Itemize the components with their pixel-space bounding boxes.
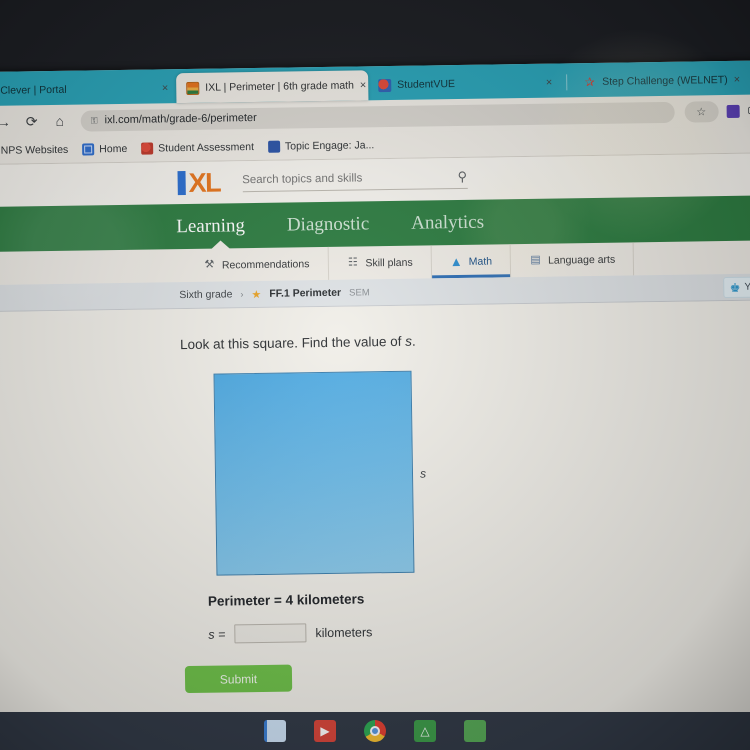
studentvue-favicon-icon xyxy=(378,78,392,92)
recommendations-icon: ⚒ xyxy=(204,258,215,271)
bookmark-student-assessment[interactable]: Student Assessment xyxy=(141,141,254,155)
bookmark-home[interactable]: Home xyxy=(82,143,127,156)
square-figure: s xyxy=(181,370,426,576)
ixl-logo[interactable]: XL xyxy=(177,167,221,199)
chrome-icon[interactable] xyxy=(364,720,386,742)
question-area: Look at this square. Find the value of s… xyxy=(0,300,750,750)
browser-tab-clever[interactable]: Clever | Portal × xyxy=(0,73,176,106)
tab-title: Clever | Portal xyxy=(0,83,67,97)
search-icon[interactable]: ⚲ xyxy=(457,169,467,185)
nav-item-learning[interactable]: Learning xyxy=(176,215,245,238)
bookmark-label: Home xyxy=(99,142,128,156)
nav-item-diagnostic[interactable]: Diagnostic xyxy=(287,213,370,236)
laptop-screen: Clever | Portal × IXL | Perimeter | 6th … xyxy=(0,60,750,750)
toolbar-right-actions: ☆ ⬡ xyxy=(684,100,750,123)
ixl-page: XL ⚲ Learning Diagnostic Analytics ⚒ Rec… xyxy=(0,153,750,750)
tab-label: Language arts xyxy=(547,253,616,267)
answer-input[interactable] xyxy=(234,623,307,644)
answer-row: s = kilometers xyxy=(208,616,750,644)
tab-label: Recommendations xyxy=(221,257,310,272)
square-shape xyxy=(213,370,415,576)
bookmark-label: Student Assessment xyxy=(158,141,255,155)
language-arts-icon: ▤ xyxy=(530,253,541,266)
bookmark-label: NNPS Websites xyxy=(0,143,69,157)
google-drive-icon[interactable]: △ xyxy=(414,720,436,742)
forward-icon[interactable]: → xyxy=(0,113,13,131)
question-prompt-text: Look at this square. Find the value of xyxy=(179,333,406,353)
trophy-pill[interactable]: ♚ You xyxy=(723,276,750,299)
skill-plans-icon: ☷ xyxy=(347,256,358,269)
perimeter-statement: Perimeter = 4 kilometers xyxy=(207,591,365,609)
desktop-taskbar: ▶ △ xyxy=(0,712,750,750)
lock-icon: ⚿ xyxy=(90,114,98,125)
browser-tab-ixl[interactable]: IXL | Perimeter | 6th grade math × xyxy=(176,70,369,104)
submit-button[interactable]: Submit xyxy=(184,664,293,694)
address-bar[interactable]: ⚿ ixl.com/math/grade-6/perimeter xyxy=(80,101,675,132)
browser-tab-step-challenge[interactable]: ✰ Step Challenge (WELNET) × xyxy=(573,65,748,98)
close-icon[interactable]: × xyxy=(162,82,169,94)
breadcrumb-badge: SEM xyxy=(349,286,370,299)
tab-skill-plans[interactable]: ☷ Skill plans xyxy=(328,245,432,280)
ixl-logo-bar xyxy=(177,171,186,196)
trophy-label: You xyxy=(744,281,750,293)
grid-icon xyxy=(82,143,95,156)
bookmark-nnps-websites[interactable]: NNPS Websites xyxy=(0,144,68,157)
browser-tab-studentvue[interactable]: StudentVUE × xyxy=(368,67,560,100)
search-input[interactable] xyxy=(242,171,423,187)
ixl-logo-text: XL xyxy=(188,167,221,199)
step-challenge-favicon-icon: ✰ xyxy=(584,74,595,89)
search-container[interactable]: ⚲ xyxy=(242,168,468,193)
youtube-icon[interactable]: ▶ xyxy=(314,720,336,742)
extension-puzzle-icon[interactable] xyxy=(726,104,740,118)
answer-variable-label: s = xyxy=(208,627,226,642)
nav-item-analytics[interactable]: Analytics xyxy=(411,211,484,234)
answer-unit-label: kilometers xyxy=(315,624,373,640)
tab-math[interactable]: ▲ Math xyxy=(431,244,512,279)
breadcrumb-grade[interactable]: Sixth grade xyxy=(179,288,232,301)
bookmark-star-icon[interactable]: ☆ xyxy=(684,100,719,123)
red-circle-icon xyxy=(141,142,154,155)
bookmark-label: Topic Engage: Ja... xyxy=(284,139,375,153)
close-icon[interactable]: × xyxy=(360,79,367,91)
close-icon[interactable]: × xyxy=(734,74,741,86)
side-length-label: s xyxy=(419,466,427,481)
trophy-icon: ♚ xyxy=(729,280,741,295)
close-icon[interactable]: × xyxy=(546,77,553,89)
google-classroom-icon[interactable] xyxy=(464,720,486,742)
blue-square-icon xyxy=(267,140,281,153)
tab-title: StudentVUE xyxy=(397,78,456,91)
tab-divider xyxy=(566,74,568,91)
star-icon[interactable]: ★ xyxy=(251,287,261,300)
chevron-right-icon: › xyxy=(240,289,244,300)
bookmark-topic-engage[interactable]: Topic Engage: Ja... xyxy=(267,139,375,153)
question-prompt-period: . xyxy=(411,333,416,349)
tab-label: Skill plans xyxy=(365,256,413,269)
tab-label: Math xyxy=(468,255,493,268)
photo-of-screen: Clever | Portal × IXL | Perimeter | 6th … xyxy=(0,0,750,750)
home-icon[interactable]: ⌂ xyxy=(51,112,69,130)
question-prompt: Look at this square. Find the value of s… xyxy=(180,328,750,352)
breadcrumb-skill: FF.1 Perimeter xyxy=(269,286,342,300)
tab-recommendations[interactable]: ⚒ Recommendations xyxy=(184,246,329,283)
ixl-favicon-icon xyxy=(186,81,200,95)
tab-title: IXL | Perimeter | 6th grade math xyxy=(205,79,354,94)
google-docs-icon[interactable] xyxy=(264,720,286,742)
tab-title: Step Challenge (WELNET) xyxy=(602,73,728,88)
tab-language-arts[interactable]: ▤ Language arts xyxy=(510,242,635,278)
address-bar-url: ixl.com/math/grade-6/perimeter xyxy=(104,111,257,127)
reload-icon[interactable]: ⟳ xyxy=(23,112,41,130)
math-icon: ▲ xyxy=(449,253,463,270)
